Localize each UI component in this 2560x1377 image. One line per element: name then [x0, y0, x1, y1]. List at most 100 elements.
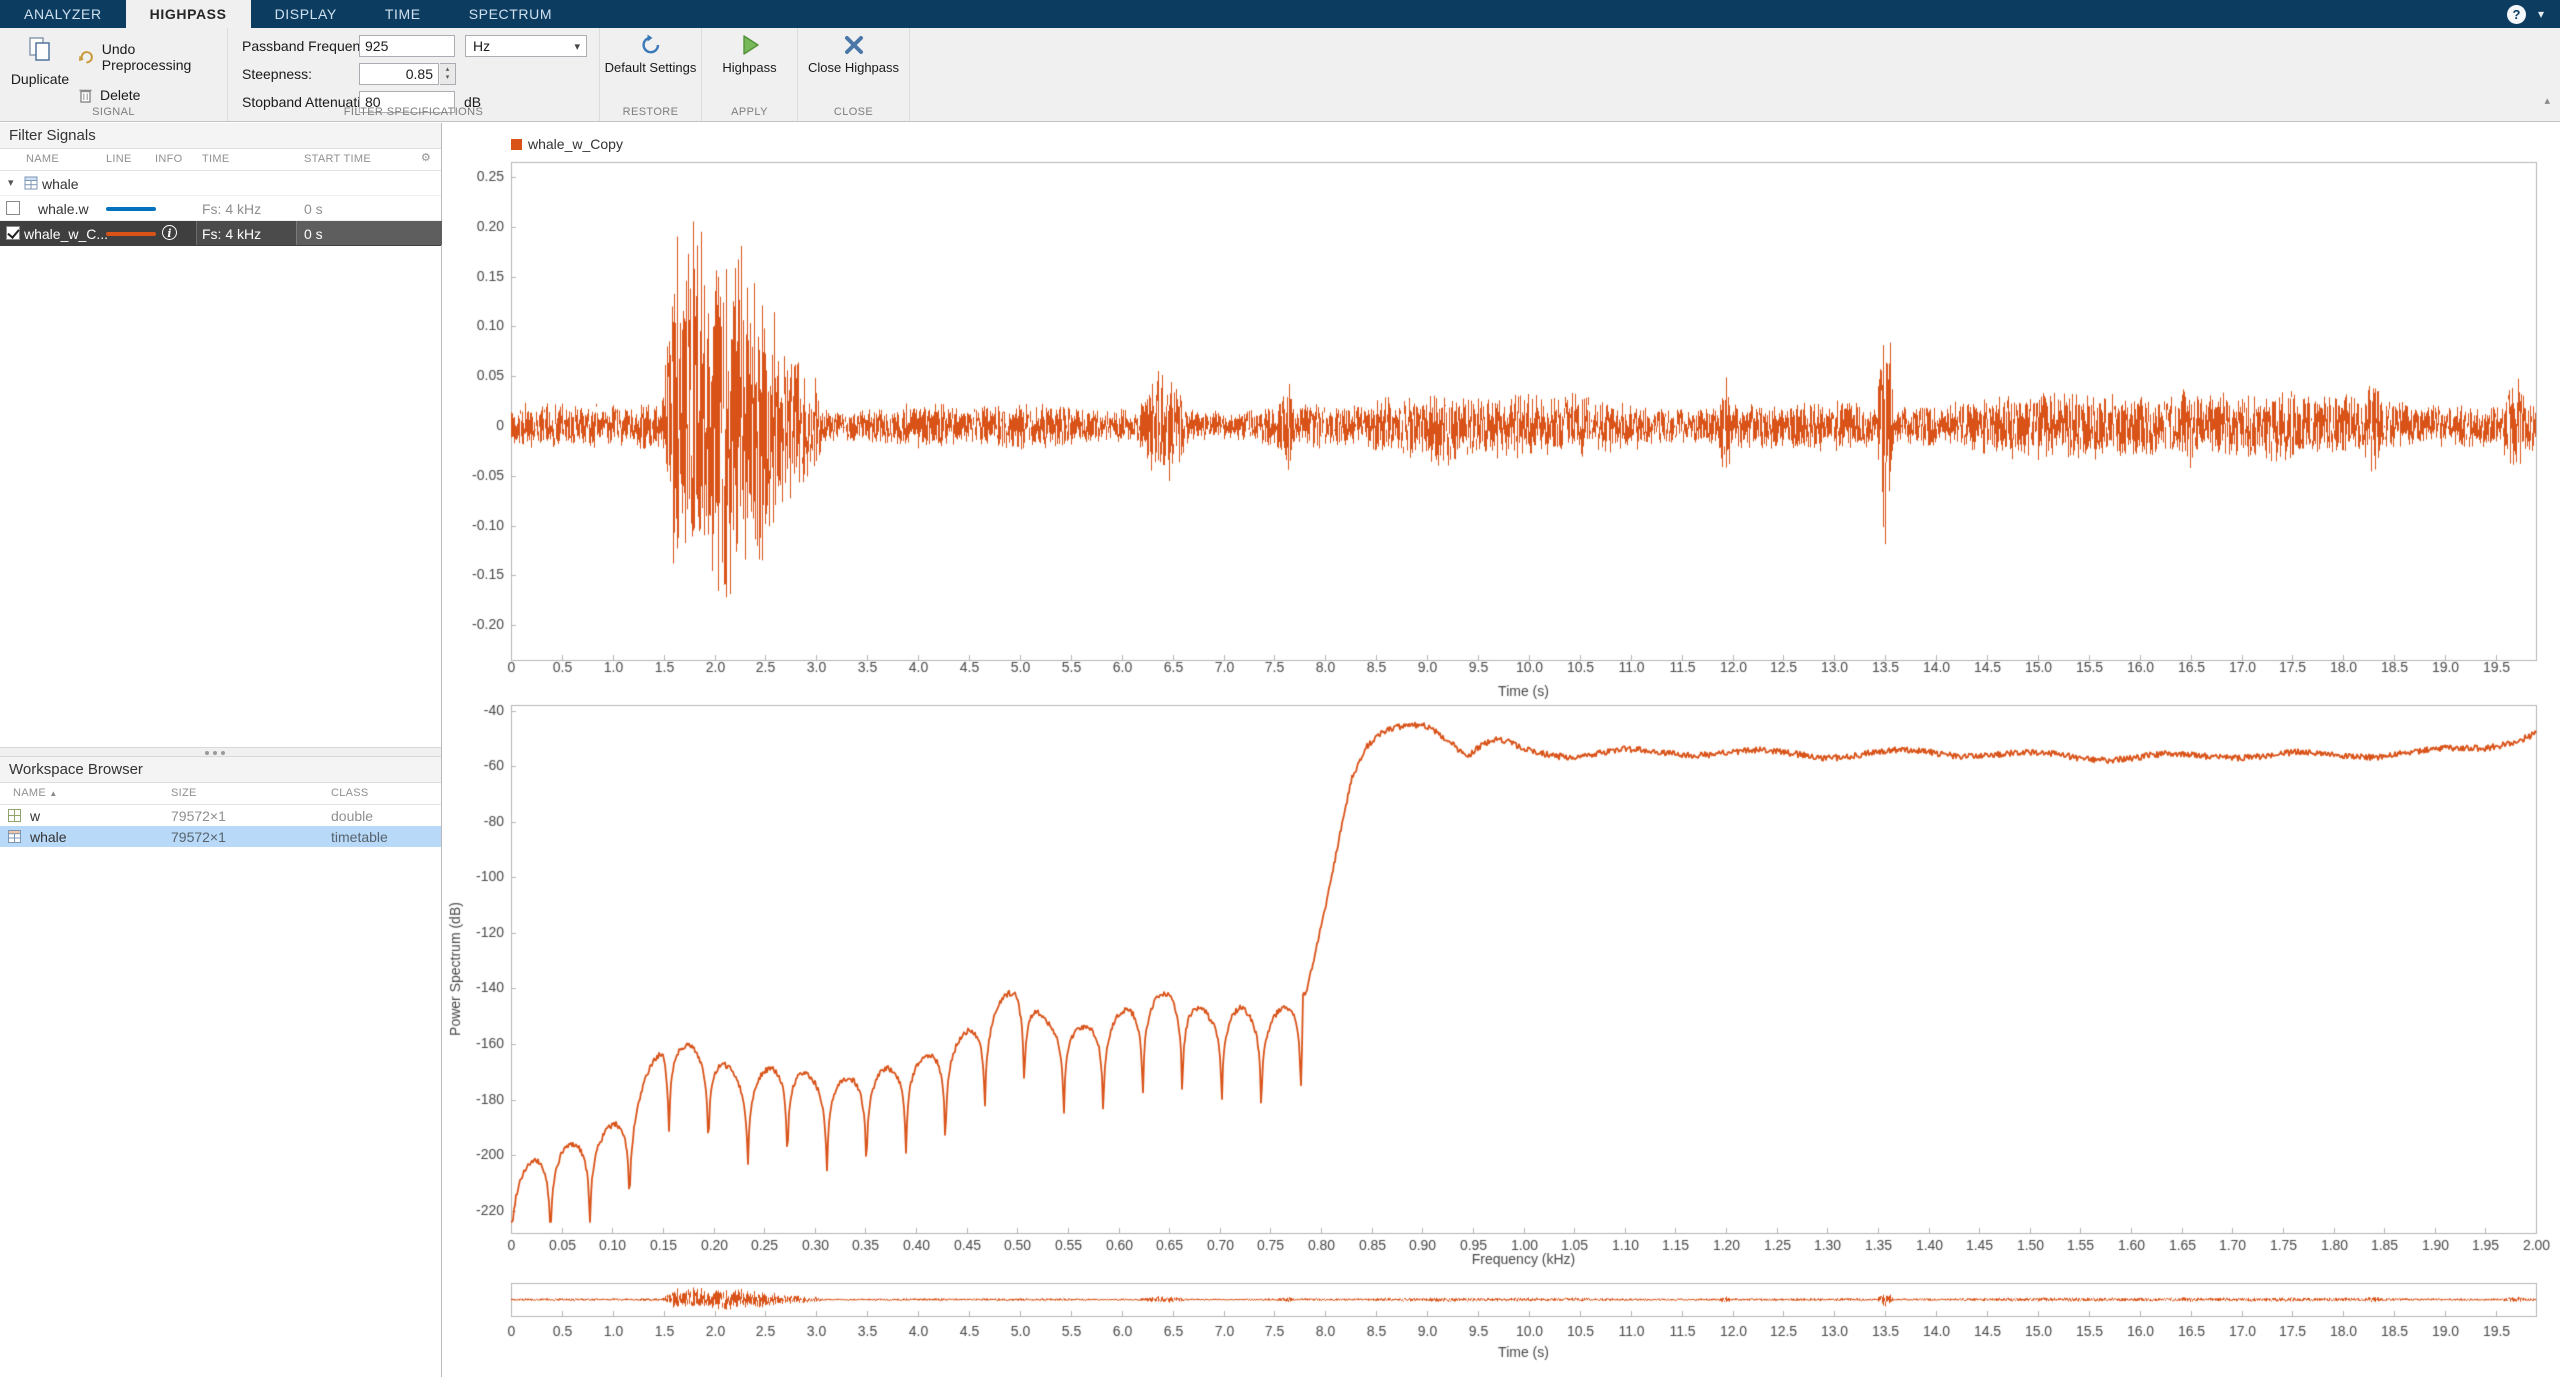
ribbon-section-filter-specifications: Passband Frequency: Hz ▾ Steepness: ▴ ▾ … [228, 28, 600, 121]
gear-icon[interactable]: ⚙ [421, 151, 431, 164]
splitter-handle[interactable] [205, 751, 209, 755]
column-header-name[interactable]: NAME ▲ [13, 787, 58, 799]
section-label-restore: RESTORE [600, 106, 701, 118]
column-header-size[interactable]: SIZE [171, 787, 197, 799]
undo-preprocessing-label: Undo Preprocessing [102, 41, 227, 73]
workspace-row-whale[interactable]: whale 79572×1 timetable [0, 826, 441, 847]
signal-name: whale_w_C... [24, 226, 108, 242]
undo-icon [78, 49, 95, 65]
workspace-browser-title: Workspace Browser [0, 757, 441, 783]
stepper-down-icon[interactable]: ▾ [446, 74, 450, 82]
timetable-icon [8, 830, 21, 843]
filter-signals-title: Filter Signals [0, 123, 441, 149]
spectrum-plot-canvas[interactable] [442, 695, 2560, 1275]
legend-label: whale_w_Copy [528, 136, 623, 152]
close-icon [842, 33, 866, 57]
steepness-label: Steepness: [242, 66, 312, 82]
expand-triangle-icon[interactable]: ▾ [8, 176, 14, 189]
panner-canvas[interactable] [442, 1275, 2560, 1377]
panel-splitter[interactable] [0, 747, 441, 757]
close-highpass-button[interactable]: Close Highpass [798, 33, 909, 76]
delete-icon [78, 87, 93, 103]
tab-time[interactable]: TIME [361, 0, 445, 28]
variable-size: 79572×1 [171, 829, 226, 845]
signal-time: Fs: 4 kHz [202, 201, 261, 217]
variable-name: whale [30, 829, 67, 845]
chevron-down-icon[interactable]: ▾ [2538, 7, 2544, 21]
signal-name: whale.w [38, 201, 89, 217]
line-style-swatch[interactable] [106, 232, 156, 236]
default-settings-label: Default Settings [605, 60, 697, 76]
signal-start-time: 0 s [304, 201, 323, 217]
table-row-whale-w[interactable]: whale.w Fs: 4 kHz 0 s [0, 196, 441, 221]
tab-highpass[interactable]: HIGHPASS [126, 0, 251, 28]
variable-name: w [30, 808, 40, 824]
plot-display-area: whale_w_Copy [442, 123, 2560, 1377]
signal-time: Fs: 4 kHz [202, 226, 261, 242]
default-settings-button[interactable]: Default Settings [600, 33, 701, 76]
steepness-row: Steepness: ▴ ▾ [228, 62, 599, 86]
variable-class: double [331, 808, 373, 824]
caret-down-icon: ▾ [574, 37, 580, 57]
signal-group-row[interactable]: ▾ whale [0, 171, 441, 196]
signal-actions: Undo Preprocessing Delete [78, 41, 227, 103]
column-header-info[interactable]: INFO [155, 153, 182, 165]
ribbon-section-restore: Default Settings RESTORE [600, 28, 702, 121]
apply-run-icon [738, 33, 762, 57]
legend[interactable]: whale_w_Copy [511, 136, 623, 152]
line-style-swatch[interactable] [106, 207, 156, 211]
undo-preprocessing-button[interactable]: Undo Preprocessing [78, 41, 227, 73]
filter-signals-table-header: NAME LINE INFO TIME START TIME ⚙ [0, 149, 441, 171]
help-icon[interactable]: ? [2507, 5, 2526, 24]
column-header-line[interactable]: LINE [106, 153, 132, 165]
ribbon-section-signal: Duplicate Undo Preprocessing [0, 28, 228, 121]
ribbon-section-close: Close Highpass CLOSE [798, 28, 910, 121]
column-header-class[interactable]: CLASS [331, 787, 369, 799]
restore-defaults-icon [639, 33, 663, 57]
group-name: whale [42, 176, 79, 192]
section-label-filter-specifications: FILTER SPECIFICATIONS [228, 106, 599, 118]
stepper-up-icon[interactable]: ▴ [446, 66, 450, 74]
steepness-input[interactable] [359, 63, 439, 85]
passband-unit-value: Hz [473, 38, 490, 54]
section-label-apply: APPLY [702, 106, 797, 118]
tab-spectrum[interactable]: SPECTRUM [445, 0, 576, 28]
signal-start-time: 0 s [304, 226, 323, 242]
plot-checkbox[interactable] [6, 226, 20, 240]
column-header-time[interactable]: TIME [202, 153, 229, 165]
column-header-start-time[interactable]: START TIME [304, 153, 371, 165]
plot-checkbox[interactable] [6, 201, 20, 215]
table-row-whale-w-copy[interactable]: whale_w_C... i Fs: 4 kHz 0 s [0, 221, 441, 246]
variable-size: 79572×1 [171, 808, 226, 824]
matrix-icon [8, 809, 21, 822]
info-icon[interactable]: i [162, 225, 177, 240]
tab-display[interactable]: DISPLAY [251, 0, 361, 28]
highpass-apply-button[interactable]: Highpass [702, 33, 797, 76]
variable-class: timetable [331, 829, 388, 845]
passband-frequency-row: Passband Frequency: Hz ▾ [228, 34, 599, 58]
workspace-table-header: NAME ▲ SIZE CLASS [0, 783, 441, 805]
highpass-apply-label: Highpass [722, 60, 776, 76]
topbar-right-controls: ? ▾ [2507, 0, 2560, 28]
left-sidebar: Filter Signals NAME LINE INFO TIME START… [0, 123, 442, 1377]
time-plot-canvas[interactable] [442, 130, 2560, 700]
toolstrip-tabbar: ANALYZER HIGHPASS DISPLAY TIME SPECTRUM … [0, 0, 2560, 28]
highpass-ribbon: Duplicate Undo Preprocessing [0, 28, 2560, 122]
passband-frequency-input[interactable] [359, 35, 455, 57]
workspace-row-w[interactable]: w 79572×1 double [0, 805, 441, 826]
close-highpass-label: Close Highpass [808, 60, 899, 76]
duplicate-icon [26, 35, 54, 63]
delete-button[interactable]: Delete [78, 87, 227, 103]
passband-frequency-label: Passband Frequency: [242, 38, 378, 54]
signal-group-icon [24, 176, 38, 190]
duplicate-label: Duplicate [8, 71, 72, 87]
passband-unit-select[interactable]: Hz ▾ [465, 35, 587, 57]
steepness-stepper[interactable]: ▴ ▾ [440, 63, 456, 85]
ribbon-section-apply: Highpass APPLY [702, 28, 798, 121]
column-header-name[interactable]: NAME [26, 153, 59, 165]
tab-analyzer[interactable]: ANALYZER [0, 0, 126, 28]
duplicate-button[interactable]: Duplicate [8, 35, 72, 87]
collapse-ribbon-icon[interactable]: ▴ [2544, 94, 2550, 107]
signal-analyzer-app: { "titlebar": { "tabs": ["ANALYZER", "HI… [0, 0, 2560, 1377]
sort-ascending-icon: ▲ [49, 789, 57, 798]
